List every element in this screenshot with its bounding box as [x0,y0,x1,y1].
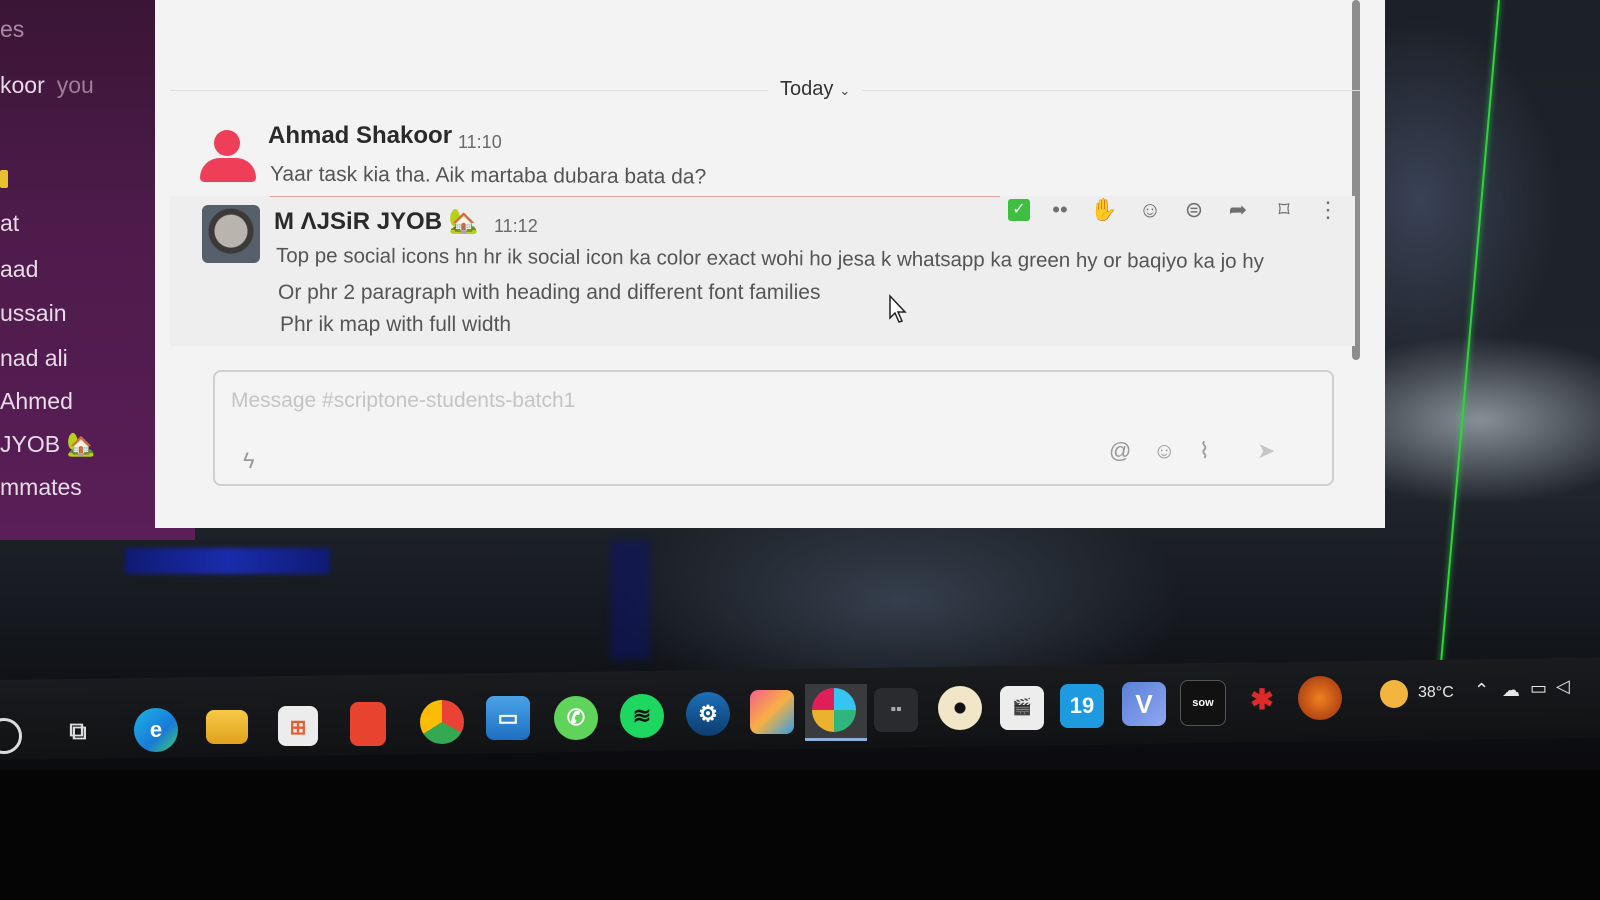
media-player-icon[interactable] [938,686,982,730]
sidebar-item-6[interactable]: Ahmed [0,388,73,415]
date-divider-button[interactable]: Today ⌄ [768,74,863,105]
spotify-icon[interactable]: ≋ [620,694,664,738]
attach-icon[interactable]: ⌇ [1199,438,1210,464]
onedrive-icon[interactable]: ☁ [1502,680,1520,701]
sidebar-item-label: ussain [0,300,67,326]
add-reaction-icon[interactable]: ☺ [1132,192,1168,228]
message-author[interactable]: Ahmad Shakoor [268,122,452,150]
blue-smear [125,548,330,574]
bookmark-icon[interactable]: ⌑ [1266,192,1302,228]
sow-icon[interactable]: sow [1180,680,1226,726]
message-input[interactable] [229,388,1093,414]
sidebar-item-self[interactable]: koor you [0,72,94,99]
message-author[interactable]: M ɅJSiR JYOB 🏡 [274,207,479,236]
whatsapp-icon[interactable]: ✆ [554,696,598,740]
volume-icon[interactable]: ◁ [1556,676,1570,697]
remote-desktop-icon[interactable]: ▭ [486,696,530,740]
mention-icon[interactable]: @ [1109,438,1131,464]
sidebar-item-label: Ahmed [0,388,73,414]
sidebar-item-7[interactable]: JYOB 🏡 [0,431,95,458]
sidebar-item-5[interactable]: nad ali [0,345,68,372]
red-app-icon[interactable]: ✱ [1240,678,1284,722]
chrome-icon[interactable] [420,700,464,744]
office-icon[interactable] [350,702,386,746]
avatar[interactable] [202,205,260,263]
sidebar-item-0[interactable]: es [0,16,24,43]
steam-icon[interactable]: ⚙ [686,692,730,736]
avatar[interactable] [200,130,258,182]
check-icon[interactable]: ✓ [1008,199,1030,221]
chevron-down-icon: ⌄ [839,83,851,98]
share-icon[interactable]: ➦ [1220,192,1256,228]
reply-thread-icon[interactable]: ⊜ [1176,192,1212,228]
tile-19-icon[interactable]: 19 [1060,684,1104,728]
sidebar-item-4[interactable]: ussain [0,300,66,327]
task-view-icon[interactable]: ⧉ [58,714,98,750]
message-timestamp[interactable]: 11:10 [458,132,502,153]
sidebar-item-label: nad ali [0,345,68,371]
photo-app-icon[interactable] [750,690,794,734]
sidebar-item-2[interactable]: at [0,210,19,237]
status-dot [0,170,8,188]
date-divider-label: Today [780,78,834,100]
terminal-icon[interactable]: ▪▪ [874,688,918,732]
chevron-up-icon[interactable]: ⌃ [1474,680,1489,701]
more-icon[interactable]: ⋮ [1310,192,1346,228]
blue-smear-2 [610,540,650,660]
shortcuts-icon[interactable]: ϟ [243,448,255,474]
sidebar-item-label: koor [0,72,45,98]
file-explorer-icon[interactable] [206,710,248,744]
message-actions-toolbar: ✓ •• ✋ ☺ ⊜ ➦ ⌑ ⋮ [1000,192,1350,232]
slack-icon[interactable] [812,688,856,732]
date-divider-line [170,90,1360,91]
vectornator-icon[interactable]: V [1122,682,1166,726]
temperature-label[interactable]: 38°C [1418,684,1454,702]
send-icon[interactable]: ➤ [1257,438,1275,464]
hands-icon[interactable]: ✋ [1086,192,1122,228]
dots-icon[interactable]: •• [1042,192,1078,228]
emoji-icon[interactable]: ☺ [1153,438,1175,464]
store-icon[interactable]: ⊞ [278,706,318,746]
message-timestamp[interactable]: 11:12 [494,216,538,237]
edge-icon[interactable]: e [134,708,178,752]
mouse-cursor-icon [889,294,907,323]
monitor-bezel [0,770,1600,900]
weather-icon[interactable] [1380,680,1408,708]
sidebar-item-label: es [0,16,25,42]
message-composer: ϟ @ ☺ ⌇ ➤ [213,370,1334,486]
network-icon[interactable]: ▭ [1530,678,1547,699]
message-text: Phr ik map with full width [280,313,512,336]
clapper-icon[interactable]: 🎬 [1000,686,1044,730]
message-text: Or phr 2 paragraph with heading and diff… [278,281,821,304]
new-messages-line [270,196,1000,197]
sidebar-item-label: at [0,210,20,236]
you-suffix: you [56,72,94,98]
sidebar-item-label: aad [0,256,39,282]
sidebar-item-3[interactable]: aad [0,256,38,283]
sidebar-item-8[interactable]: mmates [0,474,82,501]
sidebar-item-label: JYOB 🏡 [0,431,96,457]
torch-app-icon[interactable] [1298,676,1342,720]
sidebar-item-label: mmates [0,474,82,500]
message-text: Yaar task kia tha. Aik martaba dubara ba… [269,162,707,189]
